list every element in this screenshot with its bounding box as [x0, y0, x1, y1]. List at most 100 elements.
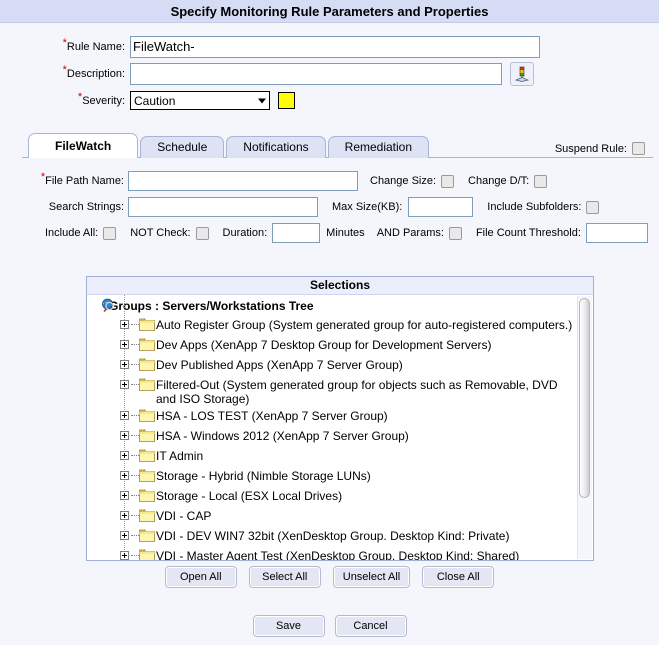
suspend-rule-checkbox[interactable]	[632, 142, 645, 155]
tree-node[interactable]: VDI - Master Agent Test (XenDesktop Grou…	[87, 546, 577, 560]
select-all-button[interactable]: Select All	[248, 566, 321, 588]
include-subfolders-label: Include Subfolders:	[487, 201, 582, 213]
include-all-checkbox[interactable]	[103, 226, 117, 240]
tree-node[interactable]: Dev Apps (XenApp 7 Desktop Group for Dev…	[87, 335, 577, 355]
required-marker: *	[62, 36, 67, 49]
globe-search-icon	[101, 298, 115, 315]
max-size-input[interactable]	[408, 197, 474, 217]
tree-scrollbar-thumb[interactable]	[579, 298, 590, 498]
tab-remediation[interactable]: Remediation	[327, 136, 430, 158]
tree-node[interactable]: HSA - LOS TEST (XenApp 7 Server Group)	[87, 406, 577, 426]
plus-icon[interactable]	[120, 551, 129, 560]
duration-label: Duration:	[222, 227, 268, 239]
severity-label: *Severity:	[77, 90, 125, 107]
plus-icon[interactable]	[120, 511, 129, 520]
plus-icon[interactable]	[120, 320, 129, 329]
severity-color-swatch	[278, 92, 295, 109]
tree-connector-dots	[131, 455, 139, 456]
tree-root-label: Groups : Servers/Workstations Tree	[109, 299, 314, 313]
tab-filewatch[interactable]: FileWatch	[28, 133, 139, 158]
tree-node-label: Dev Published Apps (XenApp 7 Server Grou…	[156, 358, 403, 372]
tree-connector-dots	[131, 535, 139, 536]
tree-connector-dots	[131, 384, 139, 385]
tree-node[interactable]: Auto Register Group (System generated gr…	[87, 315, 577, 335]
plus-icon[interactable]	[120, 360, 129, 369]
tree-node[interactable]: IT Admin	[87, 446, 577, 466]
rule-name-label: *Rule Name:	[62, 36, 125, 53]
tree-node-label: VDI - DEV WIN7 32bit (XenDesktop Group. …	[156, 529, 510, 543]
tree-node-label: IT Admin	[156, 449, 204, 463]
tree-connector-dots	[131, 344, 139, 345]
tree-node-list: Auto Register Group (System generated gr…	[87, 315, 577, 560]
tree-root-node[interactable]: Groups : Servers/Workstations Tree	[87, 297, 577, 315]
severity-lookup-icon	[514, 66, 530, 82]
rule-name-input[interactable]	[130, 35, 540, 58]
include-subfolders-checkbox[interactable]	[586, 200, 600, 214]
tab-schedule[interactable]: Schedule	[140, 136, 225, 158]
tree-node[interactable]: VDI - CAP	[87, 506, 577, 526]
required-marker: *	[77, 90, 83, 103]
duration-input[interactable]	[272, 223, 321, 243]
file-path-input[interactable]	[128, 171, 358, 191]
folder-icon	[139, 409, 155, 422]
plus-icon[interactable]	[120, 411, 129, 420]
description-label: *Description:	[62, 63, 125, 80]
unselect-all-button[interactable]: Unselect All	[332, 566, 411, 588]
plus-icon[interactable]	[120, 380, 129, 389]
save-button[interactable]: Save	[252, 615, 325, 637]
open-all-button[interactable]: Open All	[164, 566, 237, 588]
tab-notifications[interactable]: Notifications	[226, 136, 326, 158]
file-path-label: *File Path Name:	[40, 171, 124, 188]
plus-icon[interactable]	[120, 531, 129, 540]
description-input[interactable]	[130, 62, 502, 85]
and-params-checkbox[interactable]	[448, 226, 462, 240]
folder-icon	[139, 429, 155, 442]
tree-node[interactable]: HSA - Windows 2012 (XenApp 7 Server Grou…	[87, 426, 577, 446]
plus-icon[interactable]	[120, 340, 129, 349]
tree-node-label: VDI - CAP	[156, 509, 212, 523]
tree-node-label: Dev Apps (XenApp 7 Desktop Group for Dev…	[156, 338, 492, 352]
not-check-checkbox[interactable]	[195, 226, 209, 240]
tree-connector-dots	[131, 364, 139, 365]
tree-connector-dots	[131, 435, 139, 436]
severity-row: *Severity: Caution	[0, 87, 659, 114]
page-title: Specify Monitoring Rule Parameters and P…	[170, 3, 489, 19]
tree-connector-dots	[131, 515, 139, 516]
tree-action-buttons: Open All Select All Unselect All Close A…	[0, 566, 659, 588]
search-strings-row: Search Strings: Max Size(KB): Include Su…	[0, 194, 659, 220]
required-marker: *	[62, 63, 67, 76]
duration-units-label: Minutes	[326, 227, 365, 239]
selections-tree: Groups : Servers/Workstations Tree Auto …	[87, 295, 577, 560]
severity-lookup-button[interactable]	[510, 61, 534, 86]
tree-scrollbar-track[interactable]	[577, 296, 592, 559]
max-size-label: Max Size(KB):	[332, 201, 403, 213]
footer-buttons: Save Cancel	[0, 615, 659, 637]
cancel-button[interactable]: Cancel	[334, 615, 407, 637]
severity-select[interactable]: Caution	[130, 91, 270, 110]
plus-icon[interactable]	[120, 491, 129, 500]
tree-connector-dots	[131, 555, 139, 556]
tree-node[interactable]: Filtered-Out (System generated group for…	[87, 375, 577, 406]
plus-icon[interactable]	[120, 451, 129, 460]
change-dt-label: Change D/T:	[468, 175, 530, 187]
tree-node[interactable]: VDI - DEV WIN7 32bit (XenDesktop Group. …	[87, 526, 577, 546]
tree-node[interactable]: Storage - Hybrid (Nimble Storage LUNs)	[87, 466, 577, 486]
close-all-button[interactable]: Close All	[422, 566, 495, 588]
search-strings-input[interactable]	[128, 197, 318, 217]
change-dt-checkbox[interactable]	[534, 174, 548, 188]
and-params-label: AND Params:	[376, 227, 444, 239]
plus-icon[interactable]	[120, 431, 129, 440]
tree-node[interactable]: Storage - Local (ESX Local Drives)	[87, 486, 577, 506]
file-count-threshold-input[interactable]	[585, 223, 648, 243]
chevron-down-icon	[258, 98, 266, 103]
tree-node-label: Filtered-Out (System generated group for…	[156, 378, 558, 406]
plus-icon[interactable]	[120, 471, 129, 480]
tree-node[interactable]: Dev Published Apps (XenApp 7 Server Grou…	[87, 355, 577, 375]
suspend-rule-label: Suspend Rule:	[554, 142, 627, 155]
tree-connector-dots	[131, 495, 139, 496]
folder-icon	[139, 338, 155, 351]
tree-node-label: Storage - Hybrid (Nimble Storage LUNs)	[156, 469, 371, 483]
tree-connector-dots	[131, 475, 139, 476]
search-strings-label: Search Strings:	[48, 201, 124, 213]
change-size-checkbox[interactable]	[441, 174, 455, 188]
